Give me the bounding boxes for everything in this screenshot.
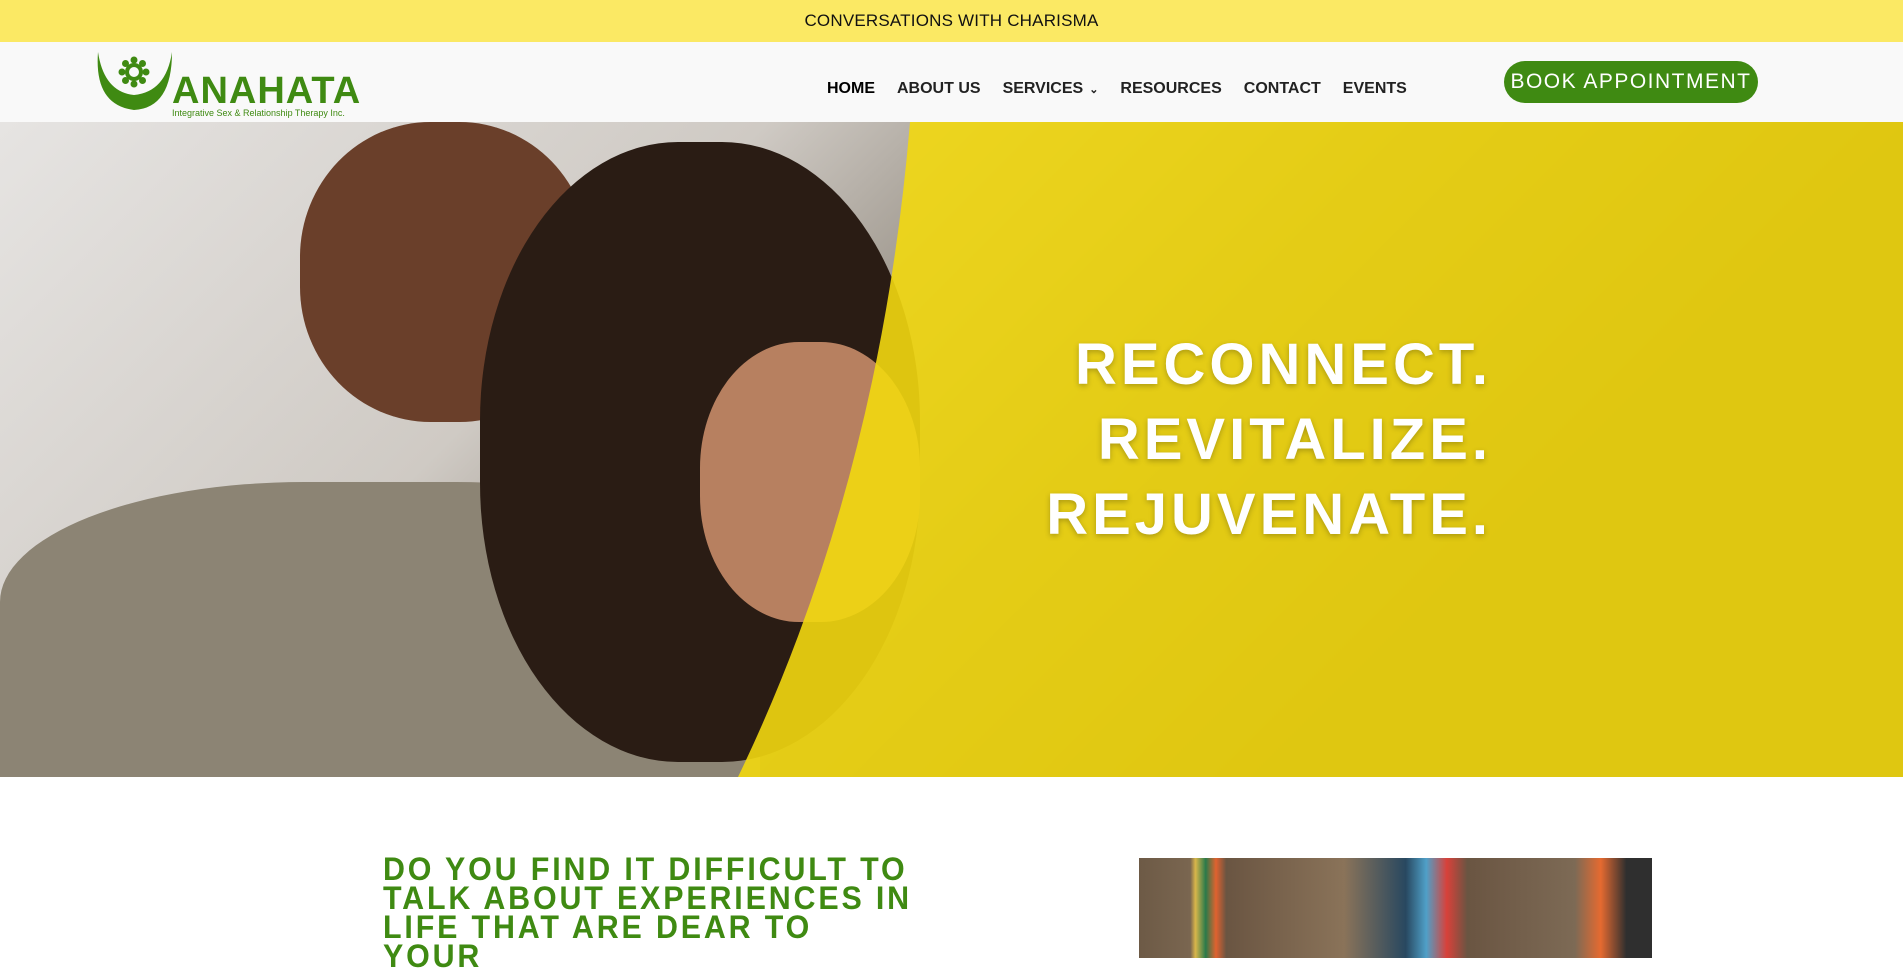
intro-heading: DO YOU FIND IT DIFFICULT TO TALK ABOUT E… [383, 851, 912, 974]
nav-resources[interactable]: RESOURCES [1120, 80, 1221, 98]
announcement-bar[interactable]: CONVERSATIONS WITH CHARISMA [0, 0, 1903, 42]
hero-line-revitalize: REVITALIZE. [1097, 407, 1492, 472]
hero-headline: RECONNECT. REVITALIZE. REJUVENATE. [1046, 327, 1492, 552]
logo-tagline: Integrative Sex & Relationship Therapy I… [172, 108, 345, 118]
hero-yellow-overlay [738, 122, 1903, 777]
site-logo[interactable]: ANAHATA Integrative Sex & Relationship T… [94, 50, 360, 118]
nav-home[interactable]: HOME [827, 80, 875, 98]
bookshelf-photo [1139, 858, 1652, 958]
main-header: ANAHATA Integrative Sex & Relationship T… [0, 42, 1903, 122]
nav-services[interactable]: SERVICES ⌄ [1003, 80, 1099, 98]
logo-crescent-icon [97, 52, 172, 110]
nav-services-label[interactable]: SERVICES [1003, 80, 1084, 97]
announcement-text[interactable]: CONVERSATIONS WITH CHARISMA [804, 11, 1098, 31]
hero-line-reconnect: RECONNECT. [1074, 332, 1492, 397]
hero-line-rejuvenate: REJUVENATE. [1046, 482, 1492, 547]
chevron-down-icon[interactable]: ⌄ [1089, 84, 1098, 96]
logo-wordmark: ANAHATA [172, 70, 362, 112]
nav-contact[interactable]: CONTACT [1244, 80, 1321, 98]
main-menu: HOME ABOUT US SERVICES ⌄ RESOURCES CONTAC… [827, 80, 1407, 98]
nav-events[interactable]: EVENTS [1343, 80, 1407, 98]
nav-about-us[interactable]: ABOUT US [897, 80, 981, 98]
book-appointment-button[interactable]: BOOK APPOINTMENT [1504, 61, 1758, 103]
hero-banner: RECONNECT. REVITALIZE. REJUVENATE. [0, 122, 1903, 777]
